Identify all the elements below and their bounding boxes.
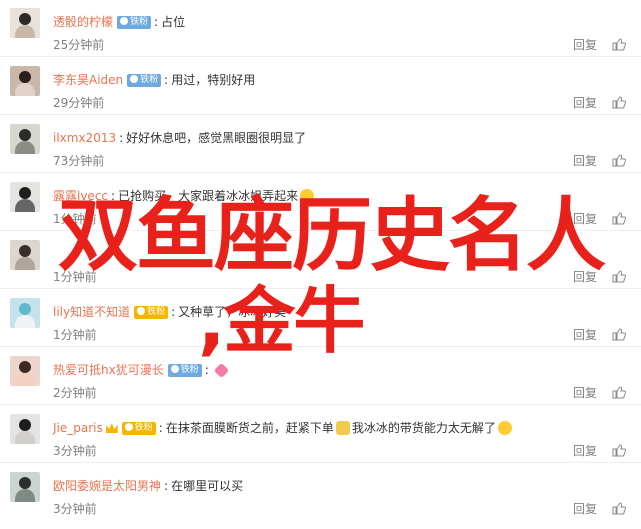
vip-label: 铁粉 <box>180 364 199 375</box>
vip-label: 铁粉 <box>140 74 159 85</box>
vip-badge-icon: 铁粉 <box>167 363 202 377</box>
comment-text: 用过，特别好用 <box>171 73 256 87</box>
fan-label: 铁粉 <box>134 422 153 433</box>
reply-button[interactable]: 回复 <box>573 36 597 53</box>
comment-text: 已抢购买，大家跟着冰冰姐弄起来 <box>118 189 299 203</box>
comment-text: 在哪里可以买 <box>171 479 244 493</box>
comment-item: 热爱可抵hx犹可漫长 铁粉 : 2分钟前 回复 <box>0 348 641 405</box>
vip-badge-icon: 铁粉 <box>117 15 152 29</box>
timestamp: 3分钟前 <box>53 502 97 516</box>
username[interactable]: 热爱可抵hx犹可漫长 <box>53 361 164 379</box>
like-icon[interactable] <box>612 502 626 515</box>
avatar[interactable] <box>10 414 40 444</box>
username[interactable]: 欧阳委婉是太阳男神 <box>53 477 161 495</box>
comment-text: 在抹茶面膜断货之前，赶紧下单 <box>165 421 334 435</box>
avatar[interactable] <box>10 356 40 386</box>
comment-text: 好好休息吧，感觉黑眼圈很明显了 <box>126 131 307 145</box>
avatar[interactable] <box>10 124 40 154</box>
smile-emoji-icon <box>497 421 512 435</box>
username[interactable]: lily知道不知道 <box>53 303 130 321</box>
crown-icon <box>105 423 118 433</box>
timestamp: 25分钟前 <box>53 38 105 52</box>
like-icon[interactable] <box>612 212 626 225</box>
avatar[interactable] <box>10 240 40 270</box>
reply-button[interactable]: 回复 <box>573 94 597 111</box>
reply-button[interactable]: 回复 <box>573 268 597 285</box>
like-icon[interactable] <box>612 154 626 167</box>
cat-emoji-icon <box>335 421 350 435</box>
like-icon[interactable] <box>612 38 626 51</box>
username[interactable]: Jie_paris <box>53 419 103 437</box>
avatar[interactable] <box>10 298 40 328</box>
avatar[interactable] <box>10 66 40 96</box>
reply-button[interactable]: 回复 <box>573 384 597 401</box>
comment-item: lily知道不知道 铁粉 : 又种草了，冰冰好美 1分钟前 回复 <box>0 290 641 347</box>
comment-item: ilxmx2013 : 好好休息吧，感觉黑眼圈很明显了 73分钟前 回复 <box>0 116 641 173</box>
timestamp: 29分钟前 <box>53 96 105 110</box>
reply-button[interactable]: 回复 <box>573 152 597 169</box>
fan-badge-icon: 铁粉 <box>134 305 169 319</box>
like-icon[interactable] <box>612 444 626 457</box>
like-icon[interactable] <box>612 328 626 341</box>
timestamp: 1分钟前 <box>53 212 97 226</box>
comment-item: 李东昊Aiden 铁粉 : 用过，特别好用 29分钟前 回复 <box>0 58 641 115</box>
reply-button[interactable]: 回复 <box>573 500 597 517</box>
comment-text: 占位 <box>161 15 186 29</box>
comment-item: 欧阳委婉是太阳男神 : 在哪里可以买 3分钟前 回复 <box>0 464 641 521</box>
reply-button[interactable]: 回复 <box>573 326 597 343</box>
comment-feed: 透骰的柠檬 铁粉 : 占位 25分钟前 回复 李东昊Aiden 铁粉 : 用过，… <box>0 0 641 529</box>
reply-button[interactable]: 回复 <box>573 442 597 459</box>
timestamp: 2分钟前 <box>53 386 97 400</box>
like-icon[interactable] <box>612 270 626 283</box>
timestamp: 3分钟前 <box>53 444 97 458</box>
avatar[interactable] <box>10 8 40 38</box>
fan-label: 铁粉 <box>147 306 166 317</box>
comment-item: Jie_paris 铁粉 : 在抹茶面膜断货之前，赶紧下单 我冰冰的带货能力太无… <box>0 406 641 463</box>
username[interactable]: 露露lvecc <box>53 187 108 205</box>
reply-button[interactable]: 回复 <box>573 210 597 227</box>
timestamp: 1分钟前 <box>53 328 97 342</box>
comment-text-continued: 我冰冰的带货能力太无解了 <box>351 421 496 435</box>
heart-emoji-icon <box>213 362 230 378</box>
username[interactable]: 透骰的柠檬 <box>53 13 113 31</box>
timestamp: 1分钟前 <box>53 270 97 284</box>
avatar[interactable] <box>10 182 40 212</box>
vip-badge-icon: 铁粉 <box>127 73 162 87</box>
like-icon[interactable] <box>612 386 626 399</box>
comment-item: 1分钟前 回复 <box>0 232 641 289</box>
timestamp: 73分钟前 <box>53 154 105 168</box>
username[interactable]: 李东昊Aiden <box>53 71 123 89</box>
comment-item: 露露lvecc : 已抢购买，大家跟着冰冰姐弄起来 1分钟前 回复 <box>0 174 641 231</box>
comment-item: 透骰的柠檬 铁粉 : 占位 25分钟前 回复 <box>0 0 641 57</box>
avatar[interactable] <box>10 472 40 502</box>
username[interactable]: ilxmx2013 <box>53 129 116 147</box>
comment-text: 又种草了，冰冰好美 <box>178 305 287 319</box>
vip-label: 铁粉 <box>130 16 149 27</box>
smile-emoji-icon <box>300 189 315 203</box>
fan-badge-icon: 铁粉 <box>121 421 156 435</box>
like-icon[interactable] <box>612 96 626 109</box>
